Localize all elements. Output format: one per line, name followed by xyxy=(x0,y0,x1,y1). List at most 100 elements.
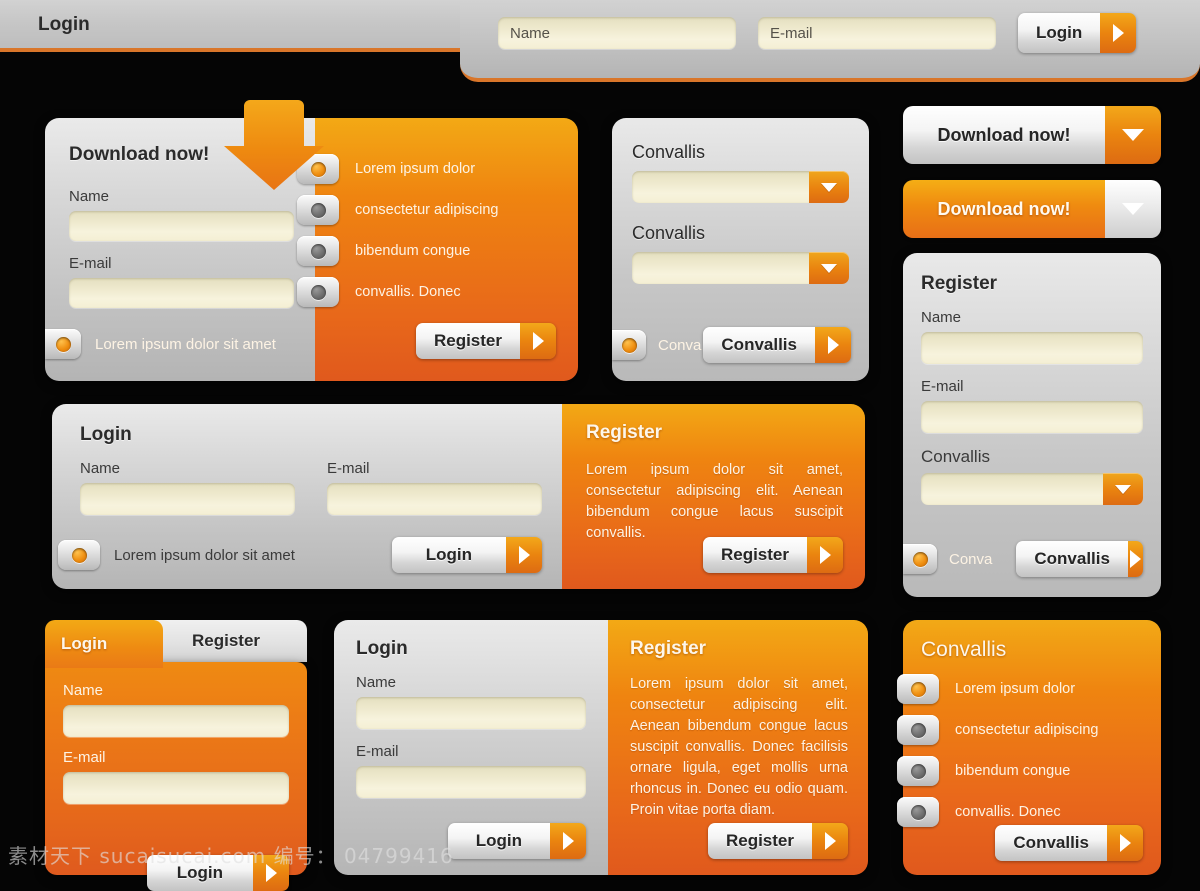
feature-row[interactable]: convallis. Donec xyxy=(297,277,556,307)
register-card: Register Name E-mail Convallis Conva Con… xyxy=(903,253,1161,597)
wide-register-button-label: Register xyxy=(702,537,807,573)
select-consent-label: Conva xyxy=(658,336,702,354)
feature-row[interactable]: bibendum congue xyxy=(297,236,556,266)
wide-email-input[interactable] xyxy=(327,483,542,515)
tabs-email-input[interactable] xyxy=(63,772,289,804)
list-item-radio[interactable] xyxy=(897,674,939,704)
register-email-label: E-mail xyxy=(921,378,964,395)
list-card-button-label: Convallis xyxy=(995,825,1107,861)
top-bar-tab-login[interactable]: Login xyxy=(38,14,90,36)
select-card-footer: Conva Convallis xyxy=(612,327,851,363)
wide-consent-radio[interactable] xyxy=(58,540,100,570)
ui-kit-canvas: Login Name E-mail Login Download now! Na… xyxy=(0,0,1200,891)
wide-login-panel: Login Name E-mail Lorem ipsum dolor sit … xyxy=(52,404,562,589)
list-item-radio[interactable] xyxy=(897,797,939,827)
convallis-select-two[interactable] xyxy=(632,252,849,284)
bottom-register-button-label: Register xyxy=(707,823,812,859)
bottom-register-body: Lorem ipsum dolor sit amet, consectetur … xyxy=(630,676,848,819)
feature-row[interactable]: Lorem ipsum dolor xyxy=(297,154,556,184)
feature-label: Lorem ipsum dolor xyxy=(355,161,476,177)
select-consent-radio[interactable] xyxy=(612,330,646,360)
register-email-input[interactable] xyxy=(921,401,1143,433)
tabs-name-input[interactable] xyxy=(63,705,289,737)
arrow-right-icon xyxy=(520,323,556,359)
topbar-login-button-label: Login xyxy=(1018,13,1101,53)
bottom-email-input[interactable] xyxy=(356,766,586,798)
watermark-text: 素材天下 sucaisucai.com 编号： 04799416 xyxy=(8,844,454,868)
download-name-input[interactable] xyxy=(69,211,294,241)
list-item[interactable]: Lorem ipsum dolor xyxy=(897,674,1143,704)
bottom-name-input[interactable] xyxy=(356,697,586,729)
arrow-right-icon xyxy=(812,823,848,859)
download-now-button-orange[interactable]: Download now! xyxy=(903,180,1161,238)
wide-register-button[interactable]: Register xyxy=(702,537,843,573)
wide-login-button[interactable]: Login xyxy=(391,537,542,573)
select-card-button[interactable]: Convallis xyxy=(703,327,851,363)
list-item-radio[interactable] xyxy=(897,756,939,786)
download-register-button[interactable]: Register xyxy=(415,323,556,359)
wide-name-label: Name xyxy=(80,460,121,477)
wide-name-input[interactable] xyxy=(80,483,295,515)
register-select-label: Convallis xyxy=(921,447,990,466)
feature-label: consectetur adipiscing xyxy=(355,202,499,218)
bottom-register-panel: Register Lorem ipsum dolor sit amet, con… xyxy=(608,620,868,875)
feature-radio[interactable] xyxy=(297,236,339,266)
download-email-input[interactable] xyxy=(69,278,294,308)
download-arrow-icon xyxy=(224,100,324,190)
list-item[interactable]: consectetur adipiscing xyxy=(897,715,1143,745)
convallis-select-card: Convallis Convallis Conva Convallis xyxy=(612,118,869,381)
top-bar-login-form: Name E-mail Login xyxy=(460,0,1200,82)
list-item[interactable]: bibendum congue xyxy=(897,756,1143,786)
select-card-button-label: Convallis xyxy=(703,327,815,363)
wide-login-footer: Lorem ipsum dolor sit amet Login xyxy=(52,537,542,573)
topbar-name-input[interactable]: Name xyxy=(498,17,736,49)
list-item[interactable]: convallis. Donec xyxy=(897,797,1143,827)
feature-radio[interactable] xyxy=(297,277,339,307)
register-name-input[interactable] xyxy=(921,332,1143,364)
feature-row[interactable]: consectetur adipiscing xyxy=(297,195,556,225)
download-consent-label: Lorem ipsum dolor sit amet xyxy=(95,335,276,353)
arrow-right-icon xyxy=(1127,541,1143,577)
chevron-down-icon[interactable] xyxy=(1103,473,1143,505)
download-now-label: Download now! xyxy=(903,106,1105,164)
register-card-button-label: Convallis xyxy=(1016,541,1128,577)
select-card-label-one: Convallis xyxy=(632,142,706,162)
wide-login-fields: Name E-mail xyxy=(80,460,542,515)
bottom-login-button[interactable]: Login xyxy=(447,823,586,859)
login-register-wide-card: Login Name E-mail Lorem ipsum dolor sit … xyxy=(52,404,865,589)
arrow-down-icon xyxy=(1105,106,1161,164)
feature-radio[interactable] xyxy=(297,195,339,225)
wide-login-title: Login xyxy=(80,424,132,445)
bottom-login-button-label: Login xyxy=(447,823,550,859)
tabs-name-label: Name xyxy=(63,682,104,699)
download-consent-row: Lorem ipsum dolor sit amet xyxy=(45,329,276,359)
bottom-register-button[interactable]: Register xyxy=(707,823,848,859)
wide-login-button-label: Login xyxy=(391,537,506,573)
register-convallis-select[interactable] xyxy=(921,473,1143,505)
feature-label: convallis. Donec xyxy=(355,284,461,300)
consent-radio[interactable] xyxy=(45,329,81,359)
tab-register[interactable]: Register xyxy=(145,620,307,662)
topbar-login-button[interactable]: Login xyxy=(1018,13,1137,53)
arrow-right-icon xyxy=(815,327,851,363)
download-now-label: Download now! xyxy=(903,180,1105,238)
tabs-email-label: E-mail xyxy=(63,749,106,766)
register-consent-radio[interactable] xyxy=(903,544,937,574)
bottom-login-title: Login xyxy=(356,638,408,659)
list-item-radio[interactable] xyxy=(897,715,939,745)
tab-login[interactable]: Login xyxy=(45,620,163,668)
list-card-title: Convallis xyxy=(921,638,1007,661)
register-consent-label: Conva xyxy=(949,550,993,568)
select-card-label-two: Convallis xyxy=(632,223,706,243)
convallis-select-one[interactable] xyxy=(632,171,849,203)
list-card-button[interactable]: Convallis xyxy=(995,825,1143,861)
register-card-title: Register xyxy=(921,273,998,294)
arrow-right-icon xyxy=(807,537,843,573)
feature-label: bibendum congue xyxy=(355,243,471,259)
chevron-down-icon[interactable] xyxy=(809,171,849,203)
register-name-label: Name xyxy=(921,309,962,326)
download-now-button-light[interactable]: Download now! xyxy=(903,106,1161,164)
register-card-button[interactable]: Convallis xyxy=(1016,541,1143,577)
chevron-down-icon[interactable] xyxy=(809,252,849,284)
topbar-email-input[interactable]: E-mail xyxy=(758,17,996,49)
